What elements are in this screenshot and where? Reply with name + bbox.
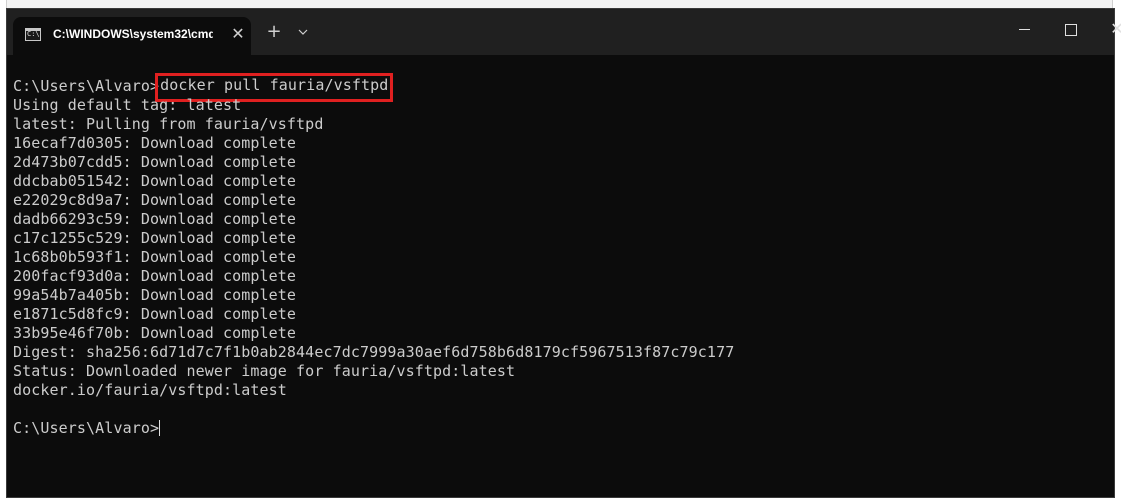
minimize-button[interactable] bbox=[1002, 9, 1048, 49]
output-line: docker.io/fauria/vsftpd:latest bbox=[13, 381, 287, 399]
output-line: latest: Pulling from fauria/vsftpd bbox=[13, 115, 324, 133]
output-line: Status: Downloaded newer image for fauri… bbox=[13, 362, 516, 380]
output-line: 2d473b07cdd5: Download complete bbox=[13, 153, 297, 171]
output-line: 33b95e46f70b: Download complete bbox=[13, 324, 297, 342]
prompt: C:\Users\Alvaro> bbox=[13, 419, 160, 437]
text-cursor bbox=[159, 420, 161, 436]
title-bar[interactable]: C:\ C:\WINDOWS\system32\cmd. ✕ + ✕ bbox=[7, 9, 1121, 55]
prompt: C:\Users\Alvaro> bbox=[13, 77, 160, 95]
minimize-icon bbox=[1019, 29, 1030, 30]
maximize-icon bbox=[1065, 24, 1077, 36]
close-window-button[interactable]: ✕ bbox=[1094, 9, 1121, 49]
terminal-output[interactable]: C:\Users\Alvaro>docker pull fauria/vsftp… bbox=[13, 55, 1114, 497]
output-line: 200facf93d0a: Download complete bbox=[13, 267, 297, 285]
output-line: 16ecaf7d0305: Download complete bbox=[13, 134, 297, 152]
cmd-icon: C:\ bbox=[25, 28, 41, 41]
output-line: e1871c5d8fc9: Download complete bbox=[13, 305, 297, 323]
output-line: e22029c8d9a7: Download complete bbox=[13, 191, 297, 209]
new-tab-button[interactable]: + bbox=[263, 21, 285, 43]
output-line: c17c1255c529: Download complete bbox=[13, 229, 297, 247]
tab-title: C:\WINDOWS\system32\cmd. bbox=[53, 27, 213, 41]
tab-close-button[interactable]: ✕ bbox=[227, 23, 249, 45]
tab-dropdown-button[interactable] bbox=[293, 21, 313, 43]
tab-cmd[interactable]: C:\ C:\WINDOWS\system32\cmd. ✕ bbox=[13, 17, 251, 55]
output-line: 1c68b0b593f1: Download complete bbox=[13, 248, 297, 266]
maximize-button[interactable] bbox=[1048, 9, 1094, 49]
output-line: Digest: sha256:6d71d7c7f1b0ab2844ec7dc79… bbox=[13, 343, 735, 361]
chevron-down-icon bbox=[298, 29, 308, 35]
output-line: dadb66293c59: Download complete bbox=[13, 210, 297, 228]
output-line: 99a54b7a405b: Download complete bbox=[13, 286, 297, 304]
input-line[interactable]: C:\Users\Alvaro> bbox=[13, 419, 1114, 438]
output-line: ddcbab051542: Download complete bbox=[13, 172, 297, 190]
command-line: C:\Users\Alvaro>docker pull fauria/vsftp… bbox=[13, 73, 1114, 102]
terminal-window: C:\ C:\WINDOWS\system32\cmd. ✕ + ✕ C:\Us… bbox=[6, 8, 1121, 498]
output-line: Using default tag: latest bbox=[13, 96, 242, 114]
